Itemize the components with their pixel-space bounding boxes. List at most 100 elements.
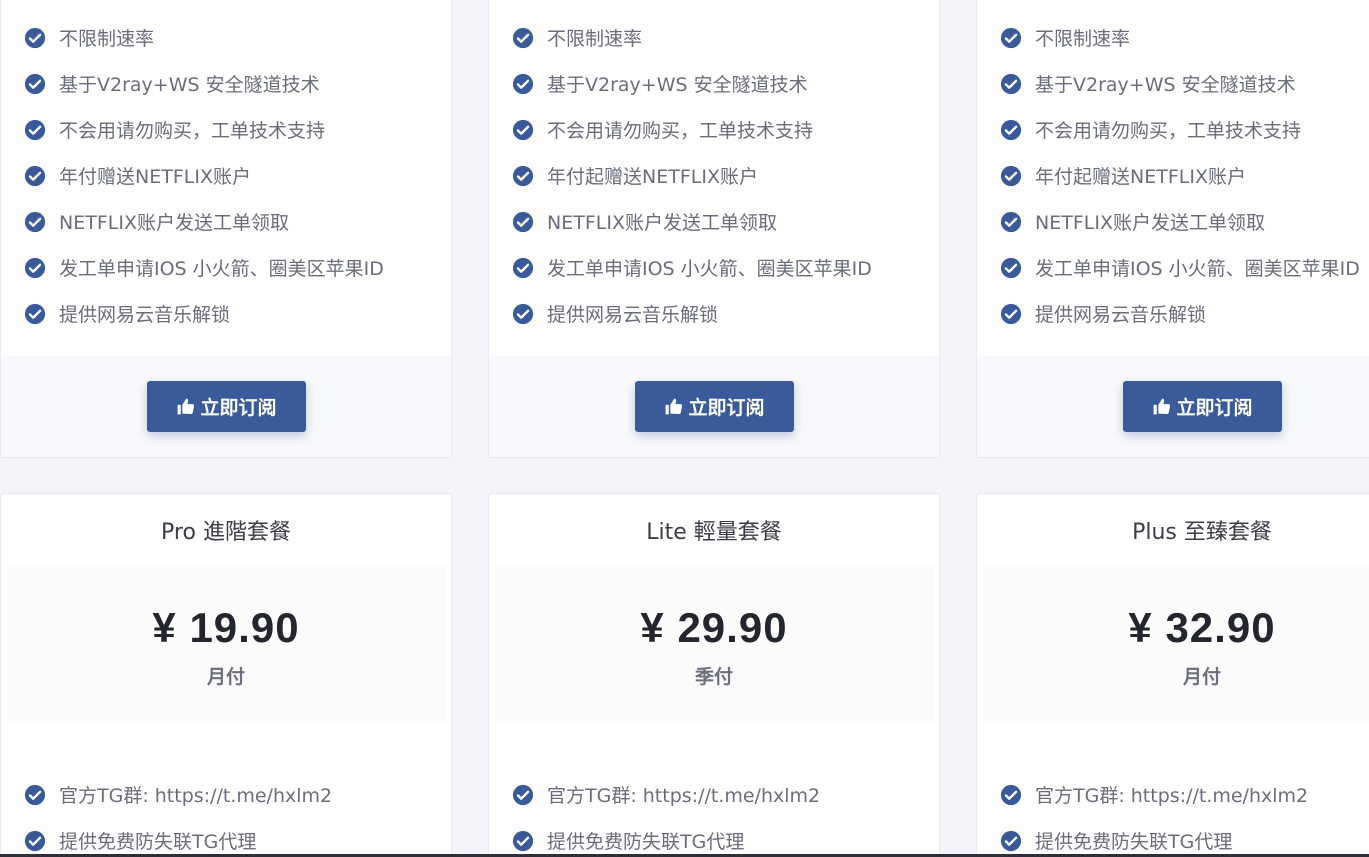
check-circle-icon bbox=[24, 165, 46, 187]
plan-name: Pro 進階套餐 bbox=[161, 520, 291, 545]
check-circle-icon bbox=[24, 73, 46, 95]
billing-period: 月付 bbox=[206, 666, 245, 688]
feature-text: 提供网易云音乐解锁 bbox=[547, 303, 719, 326]
subscribe-label: 立即订阅 bbox=[1176, 397, 1253, 419]
check-circle-icon bbox=[24, 303, 46, 325]
subscribe-label: 立即订阅 bbox=[200, 397, 277, 419]
feature-text: 不限制速率 bbox=[547, 27, 643, 50]
feature-item: 发工单申请IOS 小火箭、圈美区苹果ID bbox=[24, 244, 384, 290]
subscribe-button[interactable]: 立即订阅 bbox=[1123, 381, 1282, 432]
feature-text: NETFLIX账户发送工单领取 bbox=[1035, 211, 1265, 234]
feature-list: 不限制速率 基于V2ray+WS 安全隧道技术 不会用请勿购买，工单技术支持 年… bbox=[1000, 14, 1360, 336]
feature-item: 年付赠送NETFLIX账户 bbox=[24, 152, 384, 198]
feature-text: 不限制速率 bbox=[59, 27, 155, 50]
check-circle-icon bbox=[1000, 257, 1022, 279]
feature-text: 不限制速率 bbox=[1035, 27, 1131, 50]
check-circle-icon bbox=[512, 73, 534, 95]
feature-item: 基于V2ray+WS 安全隧道技术 bbox=[24, 60, 384, 106]
feature-list: 不限制速率 基于V2ray+WS 安全隧道技术 不会用请勿购买，工单技术支持 年… bbox=[512, 14, 872, 336]
check-circle-icon bbox=[512, 27, 534, 49]
feature-text: 不会用请勿购买，工单技术支持 bbox=[1035, 119, 1302, 142]
plan-name: Plus 至臻套餐 bbox=[1132, 520, 1272, 545]
pricing-page: 不限制速率 基于V2ray+WS 安全隧道技术 不会用请勿购买，工单技术支持 年… bbox=[0, 0, 1369, 857]
feature-item: 提供网易云音乐解锁 bbox=[512, 290, 872, 336]
check-circle-icon bbox=[1000, 303, 1022, 325]
plan-card-top-1: 不限制速率 基于V2ray+WS 安全隧道技术 不会用请勿购买，工单技术支持 年… bbox=[0, 0, 452, 458]
check-circle-icon bbox=[1000, 211, 1022, 233]
plan-card-pro: Pro 進階套餐 ¥ 19.90 月付 官方TG群: https://t.me/… bbox=[0, 493, 452, 857]
feature-text: 提供免费防失联TG代理 bbox=[547, 830, 745, 853]
thumbs-up-icon bbox=[1154, 398, 1171, 415]
subscribe-button[interactable]: 立即订阅 bbox=[147, 381, 306, 432]
price-block: ¥ 32.90 月付 bbox=[982, 564, 1369, 724]
feature-item: 发工单申请IOS 小火箭、圈美区苹果ID bbox=[512, 244, 872, 290]
feature-item: 基于V2ray+WS 安全隧道技术 bbox=[1000, 60, 1360, 106]
check-circle-icon bbox=[24, 257, 46, 279]
check-circle-icon bbox=[512, 257, 534, 279]
feature-text: 官方TG群: https://t.me/hxlm2 bbox=[1035, 784, 1309, 807]
check-circle-icon bbox=[512, 211, 534, 233]
feature-item: NETFLIX账户发送工单领取 bbox=[512, 198, 872, 244]
feature-item: 提供网易云音乐解锁 bbox=[24, 290, 384, 336]
plan-card-lite: Lite 輕量套餐 ¥ 29.90 季付 官方TG群: https://t.me… bbox=[488, 493, 940, 857]
feature-text: 提供免费防失联TG代理 bbox=[1035, 830, 1233, 853]
feature-item: NETFLIX账户发送工单领取 bbox=[24, 198, 384, 244]
feature-item: 基于V2ray+WS 安全隧道技术 bbox=[512, 60, 872, 106]
feature-item: 不会用请勿购买，工单技术支持 bbox=[1000, 106, 1360, 152]
feature-item: 发工单申请IOS 小火箭、圈美区苹果ID bbox=[1000, 244, 1360, 290]
check-circle-icon bbox=[24, 119, 46, 141]
check-circle-icon bbox=[1000, 165, 1022, 187]
feature-text: 基于V2ray+WS 安全隧道技术 bbox=[59, 73, 320, 96]
plan-price: ¥ 32.90 bbox=[1128, 604, 1276, 651]
subscribe-label: 立即订阅 bbox=[688, 397, 765, 419]
feature-item: 不会用请勿购买，工单技术支持 bbox=[24, 106, 384, 152]
feature-text: 发工单申请IOS 小火箭、圈美区苹果ID bbox=[1035, 257, 1360, 280]
feature-text: 基于V2ray+WS 安全隧道技术 bbox=[547, 73, 808, 96]
billing-period: 月付 bbox=[1182, 666, 1221, 688]
check-circle-icon bbox=[512, 784, 534, 806]
feature-text: 官方TG群: https://t.me/hxlm2 bbox=[59, 784, 333, 807]
feature-text: 提供网易云音乐解锁 bbox=[59, 303, 231, 326]
plan-price: ¥ 29.90 bbox=[640, 604, 788, 651]
feature-text: 发工单申请IOS 小火箭、圈美区苹果ID bbox=[59, 257, 384, 280]
subscribe-button[interactable]: 立即订阅 bbox=[635, 381, 794, 432]
check-circle-icon bbox=[512, 303, 534, 325]
plan-price: ¥ 19.90 bbox=[152, 604, 300, 651]
check-circle-icon bbox=[512, 165, 534, 187]
feature-text: 官方TG群: https://t.me/hxlm2 bbox=[547, 784, 821, 807]
card-footer: 立即订阅 bbox=[1, 356, 451, 457]
feature-text: 不会用请勿购买，工单技术支持 bbox=[59, 119, 326, 142]
check-circle-icon bbox=[1000, 27, 1022, 49]
feature-item: 不会用请勿购买，工单技术支持 bbox=[512, 106, 872, 152]
card-footer: 立即订阅 bbox=[489, 356, 939, 457]
feature-item: NETFLIX账户发送工单领取 bbox=[1000, 198, 1360, 244]
feature-text: 年付起赠送NETFLIX账户 bbox=[1035, 165, 1246, 188]
check-circle-icon bbox=[512, 830, 534, 852]
feature-item: 提供网易云音乐解锁 bbox=[1000, 290, 1360, 336]
feature-item: 提供免费防失联TG代理 bbox=[1000, 817, 1308, 857]
check-circle-icon bbox=[512, 119, 534, 141]
feature-item: 不限制速率 bbox=[512, 14, 872, 60]
feature-item: 官方TG群: https://t.me/hxlm2 bbox=[1000, 771, 1308, 817]
feature-item: 不限制速率 bbox=[1000, 14, 1360, 60]
billing-period: 季付 bbox=[694, 666, 733, 688]
plan-card-plus: Plus 至臻套餐 ¥ 32.90 月付 官方TG群: https://t.me… bbox=[976, 493, 1369, 857]
feature-text: NETFLIX账户发送工单领取 bbox=[547, 211, 777, 234]
feature-item: 官方TG群: https://t.me/hxlm2 bbox=[24, 771, 332, 817]
plan-card-top-2: 不限制速率 基于V2ray+WS 安全隧道技术 不会用请勿购买，工单技术支持 年… bbox=[488, 0, 940, 458]
feature-item: 提供免费防失联TG代理 bbox=[24, 817, 332, 857]
check-circle-icon bbox=[24, 27, 46, 49]
feature-list: 官方TG群: https://t.me/hxlm2 提供免费防失联TG代理 bbox=[512, 771, 820, 857]
feature-list: 不限制速率 基于V2ray+WS 安全隧道技术 不会用请勿购买，工单技术支持 年… bbox=[24, 14, 384, 336]
feature-text: NETFLIX账户发送工单领取 bbox=[59, 211, 289, 234]
check-circle-icon bbox=[24, 784, 46, 806]
feature-text: 提供网易云音乐解锁 bbox=[1035, 303, 1207, 326]
check-circle-icon bbox=[24, 830, 46, 852]
feature-item: 年付起赠送NETFLIX账户 bbox=[1000, 152, 1360, 198]
check-circle-icon bbox=[1000, 830, 1022, 852]
check-circle-icon bbox=[24, 211, 46, 233]
feature-list: 官方TG群: https://t.me/hxlm2 提供免费防失联TG代理 bbox=[24, 771, 332, 857]
feature-item: 不限制速率 bbox=[24, 14, 384, 60]
feature-text: 年付赠送NETFLIX账户 bbox=[59, 165, 251, 188]
feature-text: 年付起赠送NETFLIX账户 bbox=[547, 165, 758, 188]
